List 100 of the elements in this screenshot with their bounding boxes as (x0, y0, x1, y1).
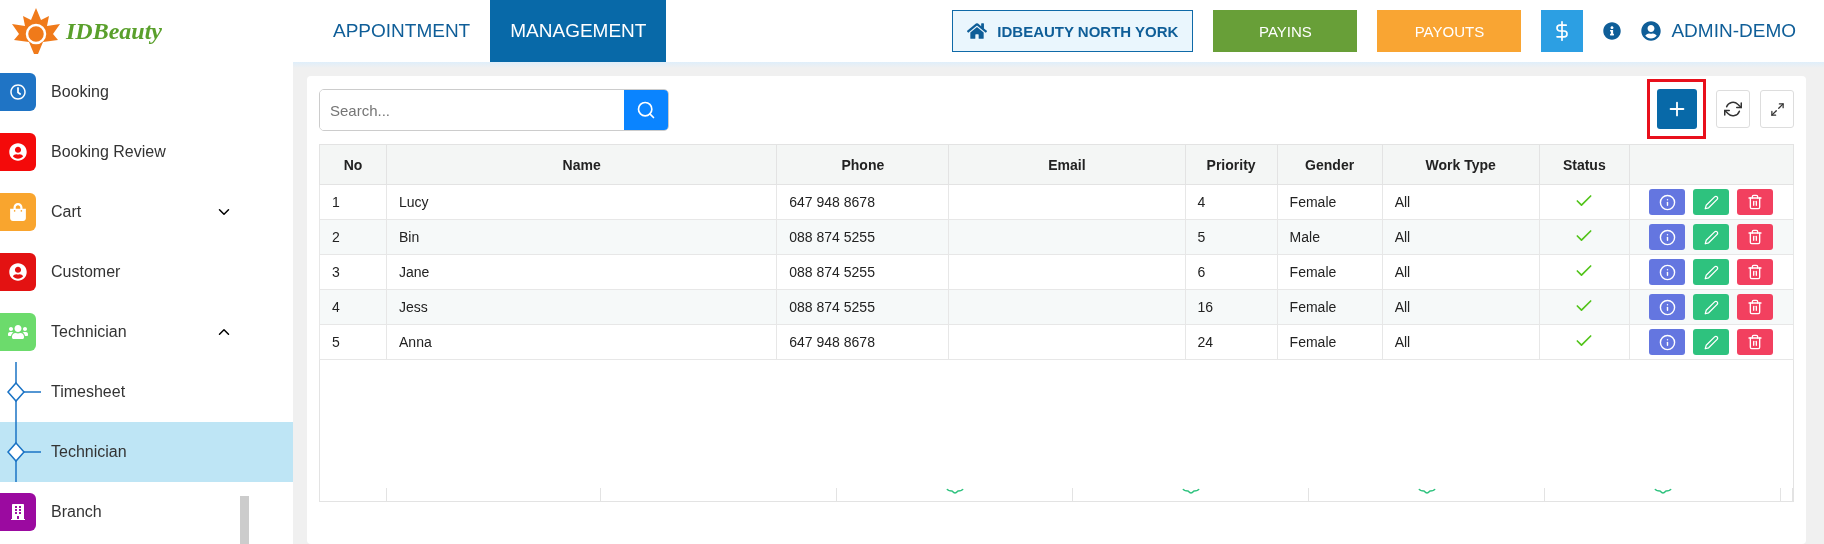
table-cell: Anna (386, 324, 777, 360)
table-cell: 6 (1185, 254, 1278, 290)
table-cell: 647 948 8678 (776, 184, 949, 220)
handle-icon (1653, 488, 1672, 494)
info-button[interactable] (1649, 189, 1686, 215)
table-cell: All (1382, 184, 1540, 220)
user-menu[interactable]: ADMIN-DEMO (1641, 20, 1796, 42)
table-cell: Jess (386, 289, 777, 325)
info-icon (1658, 263, 1676, 281)
table-cell: Male (1277, 219, 1383, 255)
edit-button[interactable] (1693, 294, 1730, 320)
refresh-icon (1724, 100, 1742, 118)
clock-icon (10, 84, 26, 100)
trash-icon (1747, 229, 1764, 245)
sidebar-item[interactable]: Cart (0, 182, 293, 242)
delete-button[interactable] (1737, 224, 1774, 250)
column-header[interactable]: Name (386, 144, 777, 185)
table-cell: 647 948 8678 (776, 324, 949, 360)
table-cell: 24 (1185, 324, 1278, 360)
search-icon (636, 100, 656, 120)
home-icon (967, 21, 988, 41)
handle-icon (1417, 488, 1436, 494)
info-button[interactable] (1649, 259, 1686, 285)
nav-tab[interactable]: APPOINTMENT (313, 0, 491, 62)
dollar-button[interactable] (1541, 10, 1584, 52)
table-cell: Female (1277, 324, 1383, 360)
edit-button[interactable] (1693, 189, 1730, 215)
bag-icon (9, 203, 27, 221)
table-cell: 088 874 5255 (776, 289, 949, 325)
add-button[interactable] (1657, 89, 1697, 129)
info-icon (1658, 333, 1676, 351)
user-icon (9, 263, 27, 281)
delete-button[interactable] (1737, 189, 1774, 215)
column-header[interactable]: Email (948, 144, 1186, 185)
table-cell: All (1382, 219, 1540, 255)
column-header[interactable]: Work Type (1382, 144, 1540, 185)
refresh-button[interactable] (1716, 90, 1750, 128)
sidebar-subitem[interactable]: Technician (0, 422, 293, 482)
table-cell: 088 874 5255 (776, 254, 949, 290)
user-icon (9, 143, 27, 161)
scrollbar-thumb[interactable] (240, 496, 249, 544)
info-button[interactable] (1649, 329, 1686, 355)
table-cell: 16 (1185, 289, 1278, 325)
column-header[interactable]: Priority (1185, 144, 1278, 185)
table-cell: 5 (1185, 219, 1278, 255)
table-cell: Bin (386, 219, 777, 255)
building-icon (10, 504, 26, 520)
info-icon (1658, 298, 1676, 316)
trash-icon (1747, 194, 1764, 210)
pencil-icon (1703, 194, 1719, 210)
table-cell: 4 (1185, 184, 1278, 220)
delete-button[interactable] (1737, 259, 1774, 285)
handle-icon (1181, 488, 1200, 494)
trash-icon (1747, 264, 1764, 280)
nav-tab[interactable]: MANAGEMENT (490, 0, 667, 62)
column-header[interactable]: Gender (1277, 144, 1383, 185)
branch-button[interactable]: IDBEAUTY NORTH YORK (952, 10, 1194, 52)
pencil-icon (1703, 334, 1719, 350)
pencil-icon (1703, 299, 1719, 315)
table-cell: Jane (386, 254, 777, 290)
table-cell: 5 (319, 324, 387, 360)
table-cell: 088 874 5255 (776, 219, 949, 255)
sidebar-item[interactable]: Branch (0, 482, 293, 542)
column-header[interactable]: No (319, 144, 387, 185)
info-button[interactable] (1649, 224, 1686, 250)
sidebar-subitem[interactable]: Timesheet (0, 362, 293, 422)
edit-button[interactable] (1693, 224, 1730, 250)
group-icon (8, 322, 28, 342)
table-cell: Female (1277, 184, 1383, 220)
trash-icon (1747, 334, 1764, 350)
pencil-icon (1703, 229, 1719, 245)
handle-icon (945, 488, 964, 494)
table-cell: Female (1277, 289, 1383, 325)
info-icon[interactable] (1603, 22, 1622, 40)
sidebar-item[interactable]: Booking Review (0, 122, 293, 182)
fullscreen-button[interactable] (1760, 90, 1794, 128)
info-icon (1658, 228, 1676, 246)
table-cell: Female (1277, 254, 1383, 290)
search-field[interactable]: Search... (319, 89, 669, 131)
expand-icon (1769, 101, 1785, 117)
trash-icon (1747, 299, 1764, 315)
table-cell: 4 (319, 289, 387, 325)
search-button[interactable] (624, 90, 668, 130)
column-header[interactable]: Phone (776, 144, 949, 185)
edit-button[interactable] (1693, 259, 1730, 285)
delete-button[interactable] (1737, 294, 1774, 320)
info-icon (1658, 193, 1676, 211)
info-button[interactable] (1649, 294, 1686, 320)
user-icon (1641, 21, 1662, 41)
edit-button[interactable] (1693, 329, 1730, 355)
table-cell: Lucy (386, 184, 777, 220)
table-cell: 1 (319, 184, 387, 220)
table-cell: All (1382, 254, 1540, 290)
sidebar-item[interactable]: Booking (0, 62, 293, 122)
table-cell: 2 (319, 219, 387, 255)
table-cell: All (1382, 324, 1540, 360)
sidebar-item[interactable]: Technician (0, 302, 293, 362)
column-header[interactable]: Status (1539, 144, 1630, 185)
delete-button[interactable] (1737, 329, 1774, 355)
sidebar-item[interactable]: Customer (0, 242, 293, 302)
